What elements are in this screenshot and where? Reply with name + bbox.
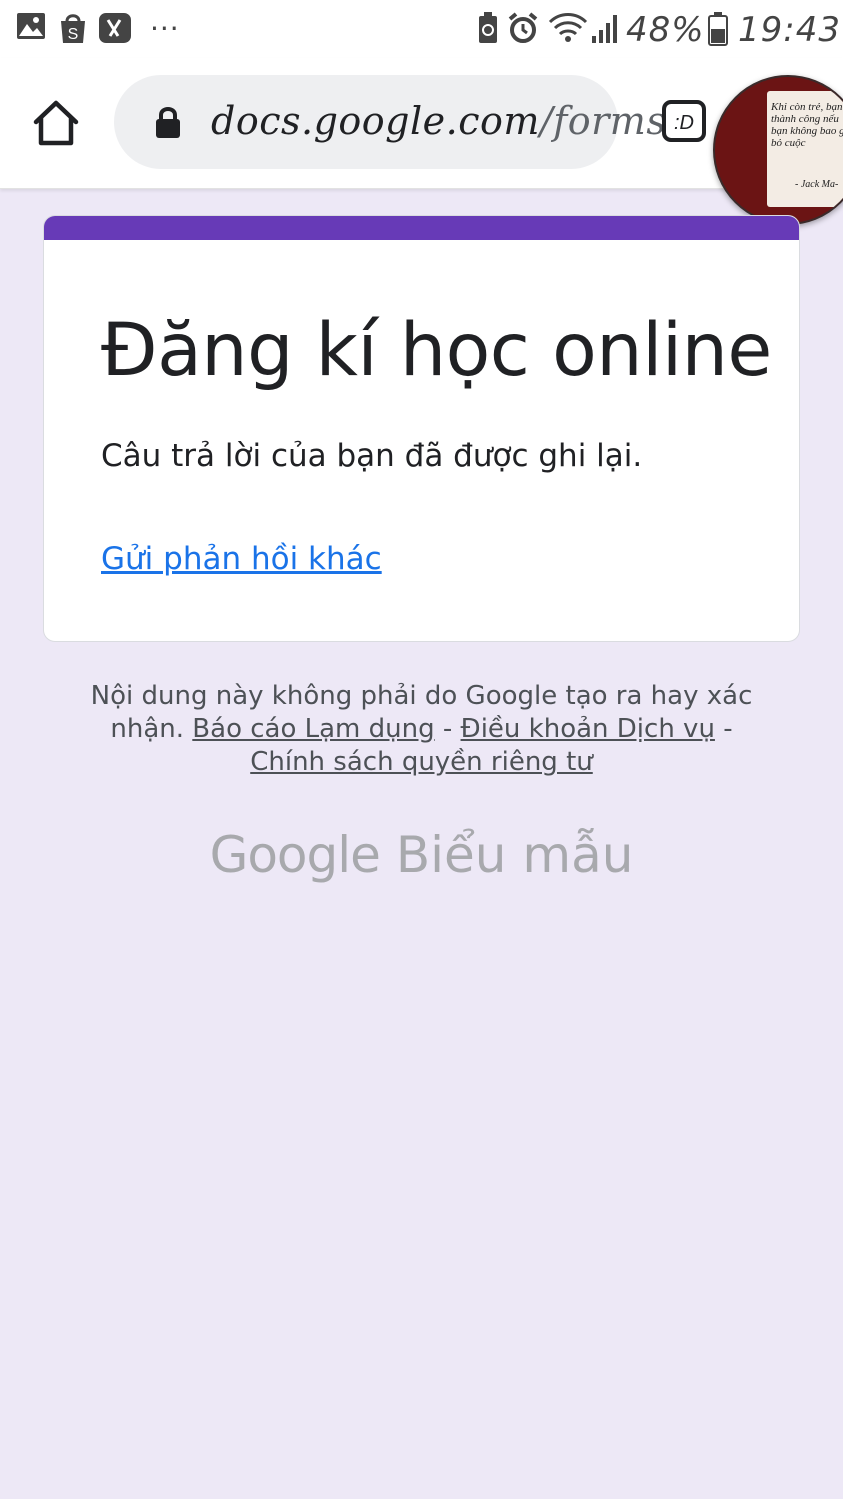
submit-another-response-link[interactable]: Gửi phản hồi khác bbox=[101, 541, 382, 577]
form-confirmation-card: Đăng kí học online Câu trả lời của bạn đ… bbox=[43, 215, 800, 642]
app-icon bbox=[99, 13, 131, 43]
tab-switcher-button[interactable]: :D bbox=[662, 100, 706, 142]
battery-icon bbox=[708, 12, 728, 46]
brand-product: Biểu mẫu bbox=[395, 826, 634, 884]
url-domain: docs.google.com bbox=[211, 99, 540, 143]
status-bar: S ··· 48% 19:43 bbox=[0, 0, 843, 58]
confirmation-message: Câu trả lời của bạn đã được ghi lại. bbox=[101, 438, 643, 474]
tab-switcher-label: :D bbox=[674, 112, 694, 134]
report-abuse-link[interactable]: Báo cáo Lạm dụng bbox=[192, 714, 434, 744]
terms-of-service-link[interactable]: Điều khoản Dịch vụ bbox=[461, 714, 715, 744]
svg-text:S: S bbox=[68, 26, 79, 43]
lock-icon[interactable] bbox=[154, 106, 182, 139]
alarm-icon bbox=[508, 12, 538, 43]
battery-percent: 48% bbox=[626, 10, 705, 50]
url-path: /forms bbox=[539, 99, 667, 143]
url-text[interactable]: docs.google.com/forms bbox=[211, 99, 666, 143]
wifi-icon bbox=[548, 13, 588, 42]
shopee-icon: S bbox=[61, 14, 85, 43]
privacy-policy-link[interactable]: Chính sách quyền riêng tư bbox=[250, 747, 593, 777]
battery-saver-icon bbox=[479, 12, 497, 43]
footer-separator: - bbox=[714, 714, 733, 744]
footer-separator: - bbox=[434, 714, 461, 744]
brand-google: Google bbox=[209, 826, 381, 884]
bubble-quote-text: Khi còn trẻ, bạn sẽ thành công nếu bạn k… bbox=[771, 101, 843, 149]
bubble-quote-card: Khi còn trẻ, bạn sẽ thành công nếu bạn k… bbox=[767, 91, 843, 207]
google-forms-logo[interactable]: Google Biểu mẫu bbox=[0, 826, 843, 884]
floating-bubble[interactable]: Khi còn trẻ, bạn sẽ thành công nếu bạn k… bbox=[713, 75, 843, 225]
signal-icon bbox=[592, 15, 617, 43]
more-notifications-icon: ··· bbox=[150, 12, 180, 45]
gallery-icon bbox=[17, 13, 45, 39]
bubble-quote-author: - Jack Ma- bbox=[795, 179, 839, 190]
address-bar[interactable]: docs.google.com/forms bbox=[114, 75, 666, 169]
form-footer: Nội dung này không phải do Google tạo ra… bbox=[80, 680, 763, 779]
home-icon[interactable] bbox=[30, 98, 82, 148]
form-title: Đăng kí học online bbox=[101, 308, 772, 393]
card-accent-bar bbox=[44, 216, 799, 240]
clock: 19:43 bbox=[738, 10, 841, 50]
